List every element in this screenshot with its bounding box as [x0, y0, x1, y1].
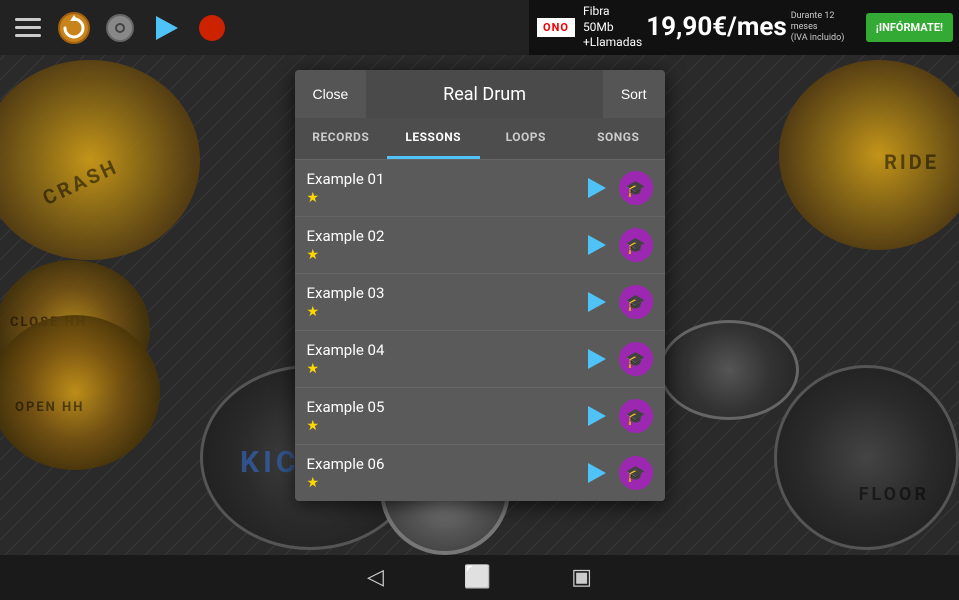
play-triangle-icon — [588, 349, 606, 369]
lesson-button[interactable]: 🎓 — [619, 285, 653, 319]
tab-records[interactable]: RECORDS — [295, 118, 388, 159]
item-star: ★ — [307, 361, 581, 377]
settings-icon[interactable] — [102, 10, 138, 46]
modal-header: Close Real Drum Sort — [295, 70, 665, 118]
home-button[interactable]: ⬜ — [464, 565, 491, 590]
item-title: Example 06 — [307, 455, 581, 473]
modal-title: Real Drum — [366, 84, 603, 105]
lesson-button[interactable]: 🎓 — [619, 228, 653, 262]
item-info: Example 02 ★ — [307, 227, 581, 263]
play-button[interactable] — [581, 172, 613, 204]
ad-price-sub: Durante 12 meses (IVA incluido) — [791, 11, 860, 43]
ad-price: 19,90€/mes — [646, 12, 787, 42]
play-button[interactable] — [581, 457, 613, 489]
item-actions: 🎓 — [581, 171, 653, 205]
ad-text: Fibra 50Mb +Llamadas — [583, 4, 642, 51]
play-triangle-icon — [588, 292, 606, 312]
play-button[interactable] — [581, 400, 613, 432]
play-triangle-icon — [588, 406, 606, 426]
play-triangle-icon — [588, 463, 606, 483]
lesson-button[interactable]: 🎓 — [619, 342, 653, 376]
item-title: Example 02 — [307, 227, 581, 245]
list-item[interactable]: Example 05 ★ 🎓 — [295, 388, 665, 445]
item-star: ★ — [307, 418, 581, 434]
item-info: Example 01 ★ — [307, 170, 581, 206]
item-info: Example 03 ★ — [307, 284, 581, 320]
item-title: Example 03 — [307, 284, 581, 302]
item-star: ★ — [307, 304, 581, 320]
item-actions: 🎓 — [581, 285, 653, 319]
tab-loops[interactable]: LOOPS — [480, 118, 573, 159]
item-info: Example 06 ★ — [307, 455, 581, 491]
list-item[interactable]: Example 06 ★ 🎓 — [295, 445, 665, 501]
recent-apps-button[interactable]: ▣ — [571, 565, 592, 590]
lesson-button[interactable]: 🎓 — [619, 456, 653, 490]
play-button[interactable] — [581, 229, 613, 261]
item-info: Example 04 ★ — [307, 341, 581, 377]
lesson-button[interactable]: 🎓 — [619, 171, 653, 205]
top-bar: ONO Fibra 50Mb +Llamadas 19,90€/mes Dura… — [0, 0, 959, 55]
bottom-nav: ◁ ⬜ ▣ — [0, 555, 959, 600]
item-title: Example 01 — [307, 170, 581, 188]
item-actions: 🎓 — [581, 399, 653, 433]
lesson-list: Example 01 ★ 🎓 Example 02 ★ — [295, 160, 665, 501]
play-triangle-icon — [588, 178, 606, 198]
tab-songs[interactable]: SONGS — [572, 118, 665, 159]
lesson-button[interactable]: 🎓 — [619, 399, 653, 433]
play-button[interactable] — [581, 343, 613, 375]
tab-lessons[interactable]: LESSONS — [387, 118, 480, 159]
ad-cta-button[interactable]: ¡INFÓRMATE! — [866, 13, 953, 42]
item-actions: 🎓 — [581, 228, 653, 262]
play-triangle-icon — [588, 235, 606, 255]
record-icon[interactable] — [194, 10, 230, 46]
item-star: ★ — [307, 475, 581, 491]
modal-dialog: Close Real Drum Sort RECORDS LESSONS LOO… — [295, 70, 665, 501]
ad-brand: ONO — [537, 18, 575, 37]
ad-banner: ONO Fibra 50Mb +Llamadas 19,90€/mes Dura… — [529, 0, 959, 55]
item-title: Example 04 — [307, 341, 581, 359]
back-button[interactable]: ◁ — [367, 565, 384, 590]
item-title: Example 05 — [307, 398, 581, 416]
modal-close-button[interactable]: Close — [295, 70, 367, 118]
list-item[interactable]: Example 01 ★ 🎓 — [295, 160, 665, 217]
list-item[interactable]: Example 04 ★ 🎓 — [295, 331, 665, 388]
modal-overlay: Close Real Drum Sort RECORDS LESSONS LOO… — [0, 55, 959, 555]
play-button[interactable] — [581, 286, 613, 318]
item-actions: 🎓 — [581, 456, 653, 490]
modal-sort-button[interactable]: Sort — [603, 70, 665, 118]
menu-icon[interactable] — [10, 10, 46, 46]
item-star: ★ — [307, 247, 581, 263]
modal-tabs: RECORDS LESSONS LOOPS SONGS — [295, 118, 665, 160]
list-item[interactable]: Example 03 ★ 🎓 — [295, 274, 665, 331]
refresh-icon[interactable] — [56, 10, 92, 46]
list-item[interactable]: Example 02 ★ 🎓 — [295, 217, 665, 274]
item-actions: 🎓 — [581, 342, 653, 376]
item-info: Example 05 ★ — [307, 398, 581, 434]
play-icon[interactable] — [148, 10, 184, 46]
item-star: ★ — [307, 190, 581, 206]
